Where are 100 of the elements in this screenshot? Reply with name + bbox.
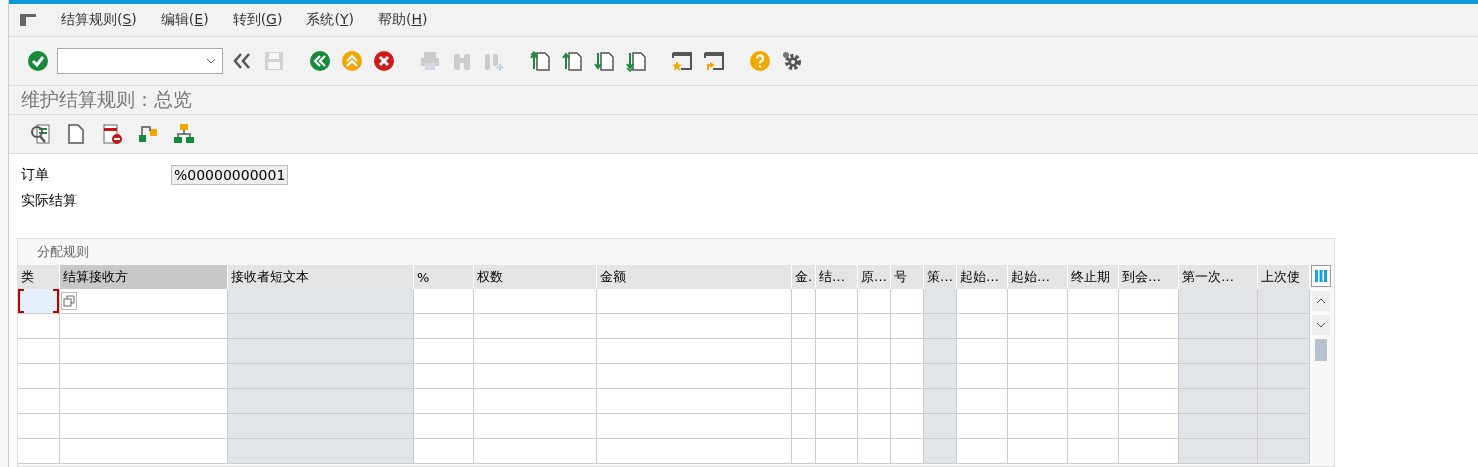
column-header[interactable]: 结… [816, 265, 858, 289]
column-header[interactable]: 类 [18, 265, 60, 289]
table-cell[interactable] [60, 439, 228, 464]
scroll-up-button[interactable] [1312, 291, 1330, 311]
menu-item[interactable]: 系统(Y) [306, 11, 354, 29]
table-cell[interactable] [1179, 414, 1258, 439]
table-cell[interactable] [924, 364, 957, 389]
table-cell[interactable] [1258, 364, 1310, 389]
table-cell[interactable] [891, 439, 924, 464]
table-cell[interactable] [816, 339, 858, 364]
table-cell[interactable] [858, 289, 891, 314]
menu-item[interactable]: 结算规则(S) [61, 11, 137, 29]
dropdown-caret-icon[interactable] [206, 58, 216, 64]
magnifier-list-icon[interactable] [29, 123, 51, 145]
table-cell[interactable] [1068, 364, 1119, 389]
check-icon[interactable] [27, 50, 49, 72]
page-down-icon[interactable] [593, 50, 615, 72]
command-field[interactable] [57, 48, 223, 74]
chevron-up-icon[interactable] [1316, 298, 1326, 304]
table-cell[interactable] [228, 364, 414, 389]
order-field[interactable]: %00000000001 [171, 165, 289, 185]
table-cell[interactable] [228, 439, 414, 464]
menu-item[interactable]: 转到(G) [232, 11, 283, 29]
table-cell[interactable] [891, 314, 924, 339]
document-icon[interactable] [65, 123, 87, 145]
table-cell[interactable] [792, 289, 816, 314]
table-cell[interactable] [597, 389, 792, 414]
table-cell[interactable] [792, 414, 816, 439]
table-cell[interactable] [957, 414, 1008, 439]
cancel-icon[interactable] [373, 50, 395, 72]
column-header[interactable]: 权数 [474, 265, 597, 289]
column-header[interactable]: 号 [891, 265, 924, 289]
table-cell[interactable] [891, 339, 924, 364]
table-cell[interactable] [474, 364, 597, 389]
table-cell[interactable] [1008, 389, 1068, 414]
table-cell[interactable] [414, 414, 474, 439]
table-cell[interactable] [816, 439, 858, 464]
table-cell[interactable] [792, 389, 816, 414]
table-cell[interactable] [474, 439, 597, 464]
table-cell[interactable] [792, 439, 816, 464]
table-cell[interactable] [60, 289, 228, 314]
table-cell[interactable] [18, 439, 60, 464]
column-header[interactable]: 金额 [597, 265, 792, 289]
value-help-icon[interactable] [61, 292, 77, 310]
table-cell[interactable] [1258, 289, 1310, 314]
chevron-down-icon[interactable] [1316, 322, 1326, 328]
table-cell[interactable] [414, 314, 474, 339]
column-header[interactable]: 第一次… [1179, 265, 1258, 289]
table-cell[interactable] [1008, 339, 1068, 364]
table-cell[interactable] [924, 339, 957, 364]
table-cell[interactable] [474, 289, 597, 314]
table-cell[interactable] [1008, 289, 1068, 314]
table-cell[interactable] [597, 289, 792, 314]
table-cell[interactable] [957, 439, 1008, 464]
table-cell[interactable] [924, 289, 957, 314]
table-cell[interactable] [18, 314, 60, 339]
table-cell[interactable] [1119, 339, 1179, 364]
table-cell[interactable] [1008, 414, 1068, 439]
settings-icon[interactable] [781, 50, 803, 72]
menu-item[interactable]: 帮助(H) [377, 11, 428, 29]
table-cell[interactable] [957, 289, 1008, 314]
table-cell[interactable] [957, 389, 1008, 414]
table-cell[interactable] [18, 414, 60, 439]
table-cell[interactable] [1119, 289, 1179, 314]
table-cell[interactable] [1179, 314, 1258, 339]
table-cell[interactable] [957, 314, 1008, 339]
table-cell[interactable] [924, 414, 957, 439]
table-cell[interactable] [474, 314, 597, 339]
table-cell[interactable] [858, 314, 891, 339]
table-cell[interactable] [18, 339, 60, 364]
table-cell[interactable] [1258, 389, 1310, 414]
help-icon[interactable] [749, 50, 771, 72]
table-cell[interactable] [414, 289, 474, 314]
table-cell[interactable] [1068, 314, 1119, 339]
table-cell[interactable] [60, 339, 228, 364]
table-cell[interactable] [1068, 414, 1119, 439]
table-cell[interactable] [228, 414, 414, 439]
column-header[interactable]: % [414, 265, 474, 289]
table-cell[interactable] [858, 339, 891, 364]
table-cell[interactable] [924, 314, 957, 339]
scroll-thumb[interactable] [1315, 339, 1327, 361]
column-header[interactable]: 金. [792, 265, 816, 289]
column-header[interactable]: 起始… [957, 265, 1008, 289]
table-cell[interactable] [957, 339, 1008, 364]
table-cell[interactable] [228, 314, 414, 339]
window-star-icon[interactable] [671, 50, 693, 72]
column-header[interactable]: 到会… [1119, 265, 1179, 289]
table-cell[interactable] [1258, 414, 1310, 439]
table-cell[interactable] [1179, 439, 1258, 464]
table-cell[interactable] [792, 314, 816, 339]
table-cell[interactable] [816, 289, 858, 314]
page-up-icon[interactable] [529, 50, 551, 72]
table-cell[interactable] [474, 414, 597, 439]
table-cell[interactable] [891, 414, 924, 439]
table-cell[interactable] [1008, 364, 1068, 389]
table-cell[interactable] [1068, 439, 1119, 464]
table-cell[interactable] [228, 339, 414, 364]
window-arrow-icon[interactable] [703, 50, 725, 72]
table-cell[interactable] [792, 364, 816, 389]
table-cell[interactable] [816, 314, 858, 339]
